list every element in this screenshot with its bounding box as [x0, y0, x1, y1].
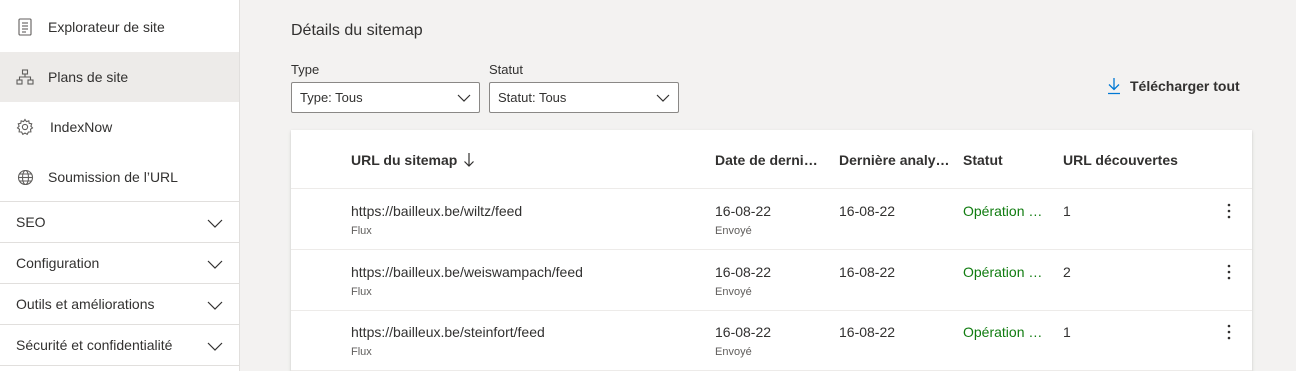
- chevron-down-icon: [457, 94, 471, 102]
- chevron-down-icon: [656, 94, 670, 102]
- sidebar-item-label: Plans de site: [48, 69, 129, 85]
- type-filter-value: Type: Tous: [300, 90, 363, 105]
- sidebar-group-label: Outils et améliorations: [16, 296, 155, 312]
- main-content: Détails du sitemap Type Type: Tous Statu…: [240, 0, 1296, 371]
- sidebar: Explorateur de site Plans de site IndexN…: [0, 0, 240, 371]
- column-header-label: URL du sitemap: [351, 152, 458, 168]
- sitemap-type: Flux: [351, 225, 372, 237]
- sidebar-group-label: Configuration: [16, 255, 100, 271]
- download-icon: [1108, 78, 1120, 95]
- last-analysis: 16-08-22: [839, 324, 896, 340]
- sidebar-item-site-explorer[interactable]: Explorateur de site: [0, 2, 239, 52]
- status-text: Opération …: [963, 324, 1043, 340]
- last-date: 16-08-22: [715, 203, 772, 219]
- page-title: Détails du sitemap: [291, 22, 423, 39]
- chevron-down-icon: [207, 219, 223, 228]
- column-header-discovered-urls[interactable]: URL découvertes: [1063, 152, 1178, 168]
- column-header-last-analysis[interactable]: Dernière analy…: [839, 152, 950, 168]
- sitemap-icon: [16, 68, 34, 86]
- sidebar-item-label: IndexNow: [50, 119, 113, 135]
- document-list-icon: [16, 18, 34, 36]
- sidebar-item-sitemaps[interactable]: Plans de site: [0, 52, 239, 102]
- last-date: 16-08-22: [715, 264, 772, 280]
- gear-icon: [16, 118, 34, 136]
- discovered-count: 1: [1063, 203, 1071, 219]
- chevron-down-icon: [207, 342, 223, 351]
- more-options-icon[interactable]: [1221, 201, 1237, 221]
- status-text: Opération …: [963, 264, 1043, 280]
- column-header-last-date[interactable]: Date de derni…: [715, 152, 818, 168]
- column-header-status[interactable]: Statut: [963, 152, 1003, 168]
- chevron-down-icon: [207, 260, 223, 269]
- sidebar-group-tools[interactable]: Outils et améliorations: [0, 284, 239, 325]
- discovered-count: 2: [1063, 264, 1071, 280]
- table-row[interactable]: https://bailleux.be/wiltz/feed Flux 16-0…: [291, 189, 1252, 250]
- sidebar-group-label: SEO: [16, 214, 46, 230]
- chevron-down-icon: [207, 301, 223, 310]
- last-date: 16-08-22: [715, 324, 772, 340]
- sidebar-group-label: Sécurité et confidentialité: [16, 337, 173, 353]
- last-date-note: Envoyé: [715, 346, 752, 358]
- download-all-button[interactable]: Télécharger tout: [1106, 76, 1240, 96]
- status-filter-label: Statut: [489, 62, 523, 77]
- sidebar-group-configuration[interactable]: Configuration: [0, 243, 239, 284]
- sitemap-url[interactable]: https://bailleux.be/wiltz/feed: [351, 203, 522, 219]
- sidebar-item-label: Explorateur de site: [48, 19, 165, 35]
- download-all-label: Télécharger tout: [1130, 78, 1240, 94]
- sitemap-type: Flux: [351, 286, 372, 298]
- globe-icon: [16, 168, 34, 186]
- sidebar-item-indexnow[interactable]: IndexNow: [0, 102, 239, 152]
- last-date-note: Envoyé: [715, 225, 752, 237]
- discovered-count: 1: [1063, 324, 1071, 340]
- sitemap-url[interactable]: https://bailleux.be/steinfort/feed: [351, 324, 545, 340]
- sidebar-group-seo[interactable]: SEO: [0, 202, 239, 243]
- sidebar-item-label: Soumission de l’URL: [48, 169, 178, 185]
- sitemap-table: URL du sitemap Date de derni… Dernière a…: [291, 130, 1252, 371]
- sort-descending-icon: [464, 153, 475, 167]
- more-options-icon[interactable]: [1221, 322, 1237, 342]
- column-header-sitemap-url[interactable]: URL du sitemap: [351, 152, 475, 168]
- status-text: Opération …: [963, 203, 1043, 219]
- last-analysis: 16-08-22: [839, 264, 896, 280]
- type-filter-select[interactable]: Type: Tous: [291, 82, 480, 113]
- table-row[interactable]: https://bailleux.be/steinfort/feed Flux …: [291, 310, 1252, 371]
- sidebar-group-security[interactable]: Sécurité et confidentialité: [0, 325, 239, 366]
- status-filter-select[interactable]: Statut: Tous: [489, 82, 679, 113]
- sitemap-url[interactable]: https://bailleux.be/weiswampach/feed: [351, 264, 583, 280]
- more-options-icon[interactable]: [1221, 262, 1237, 282]
- last-date-note: Envoyé: [715, 286, 752, 298]
- sitemap-type: Flux: [351, 346, 372, 358]
- table-row[interactable]: https://bailleux.be/weiswampach/feed Flu…: [291, 250, 1252, 311]
- status-filter-value: Statut: Tous: [498, 90, 567, 105]
- type-filter-label: Type: [291, 62, 320, 77]
- sidebar-item-url-submission[interactable]: Soumission de l’URL: [0, 152, 239, 202]
- last-analysis: 16-08-22: [839, 203, 896, 219]
